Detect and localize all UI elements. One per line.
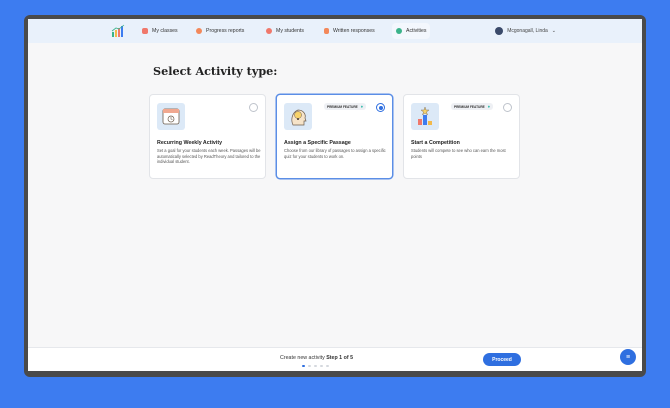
- select-radio[interactable]: [249, 103, 258, 112]
- app-screen: My classes Progress reports My students …: [28, 19, 642, 371]
- card-description: Set a goal for your students each week. …: [157, 148, 261, 165]
- step-dot: [314, 365, 317, 367]
- step-dot: [308, 365, 311, 367]
- bar-chart-logo-icon[interactable]: [111, 24, 125, 37]
- activity-card-recurring[interactable]: Recurring Weekly Activity Set a goal for…: [149, 94, 266, 179]
- calendar-icon: [157, 103, 185, 130]
- page-title: Select Activity type:: [153, 64, 278, 78]
- nav-label: Written responses: [333, 28, 375, 34]
- step-prefix: Create new activity: [280, 355, 325, 361]
- nav-label: My students: [276, 28, 304, 34]
- gem-icon: ♦: [487, 104, 491, 109]
- nav-label: My classes: [152, 28, 178, 34]
- select-radio[interactable]: [376, 103, 385, 112]
- nav-progress-reports[interactable]: Progress reports: [192, 23, 248, 39]
- monitor-frame: My classes Progress reports My students …: [24, 15, 646, 377]
- premium-badge: PREMIUM FEATURE ♦: [451, 103, 494, 110]
- top-navigation: My classes Progress reports My students …: [28, 19, 642, 43]
- user-menu[interactable]: Mcgonagall, Linda ⌄: [495, 23, 556, 39]
- avatar-icon: [495, 27, 504, 35]
- step-dot: [302, 365, 305, 367]
- chevron-down-icon: ⌄: [551, 28, 556, 34]
- responses-icon: [324, 28, 329, 34]
- classes-icon: [142, 28, 148, 34]
- badge-label: PREMIUM FEATURE: [327, 104, 358, 109]
- card-description: Choose from our library of passages to a…: [284, 148, 386, 159]
- card-title: Start a Competition: [411, 140, 460, 146]
- proceed-button[interactable]: Proceed: [483, 353, 521, 366]
- activity-card-competition[interactable]: PREMIUM FEATURE ♦ Start a Competition St…: [403, 94, 520, 179]
- step-label: Step 1 of 5: [326, 355, 354, 361]
- premium-badge: PREMIUM FEATURE ♦: [324, 103, 367, 110]
- step-dot: [326, 365, 329, 367]
- nav-written-responses[interactable]: Written responses: [320, 23, 379, 39]
- lightbulb-head-icon: [284, 103, 312, 130]
- step-indicator: Create new activity Step 1 of 5: [280, 355, 353, 361]
- card-title: Recurring Weekly Activity: [157, 140, 223, 146]
- nav-my-classes[interactable]: My classes: [138, 23, 182, 39]
- card-description: Students will compete to see who can ear…: [411, 148, 506, 159]
- chat-icon[interactable]: ≡: [620, 349, 636, 365]
- nav-activities[interactable]: Activities: [392, 23, 431, 39]
- badge-label: PREMIUM FEATURE: [454, 104, 485, 109]
- select-radio[interactable]: [503, 103, 512, 112]
- trophy-podium-icon: [411, 103, 439, 130]
- gem-icon: ♦: [360, 104, 364, 109]
- nav-label: Progress reports: [206, 28, 245, 34]
- step-dot: [320, 365, 323, 367]
- nav-label: Activities: [406, 28, 427, 34]
- reports-icon: [196, 28, 202, 34]
- activities-icon: [396, 28, 402, 34]
- card-title: Assign a Specific Passage: [284, 140, 351, 146]
- wizard-footer: Create new activity Step 1 of 5 Proceed: [28, 347, 642, 371]
- nav-my-students[interactable]: My students: [262, 23, 308, 39]
- students-icon: [266, 28, 272, 34]
- user-name: Mcgonagall, Linda: [507, 28, 548, 34]
- step-progress: [302, 365, 329, 367]
- activity-card-specific-passage[interactable]: PREMIUM FEATURE ♦ Assign a Specific Pass…: [276, 94, 393, 179]
